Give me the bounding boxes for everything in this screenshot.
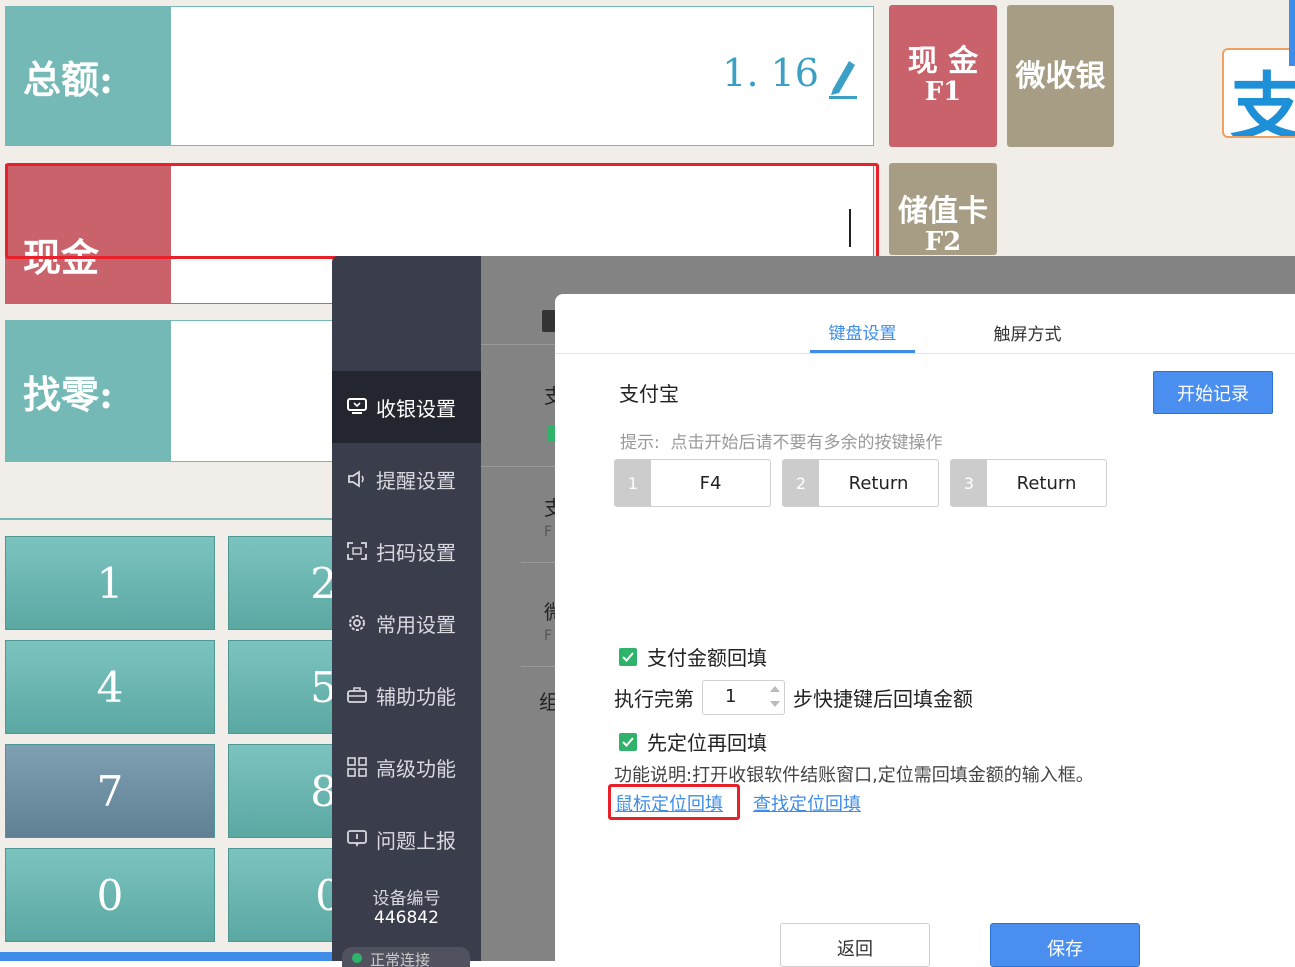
- keypad-key-4[interactable]: 4: [5, 640, 215, 734]
- change-label: 找零:: [5, 320, 171, 462]
- middle-header-badge: [542, 310, 556, 332]
- stepper-up-icon[interactable]: [770, 686, 780, 692]
- stored-value-label: 储值卡: [898, 194, 988, 229]
- middle-divider: [521, 562, 555, 563]
- keypad-key-7[interactable]: 7: [5, 744, 215, 838]
- wechat-pay-label: 微收银: [1015, 58, 1106, 94]
- sidebar-item-label: 高级功能: [376, 756, 456, 781]
- step-2[interactable]: 2 Return: [782, 459, 939, 507]
- step-3[interactable]: 3 Return: [950, 459, 1107, 507]
- device-id: 446842: [374, 908, 439, 928]
- keypad-key-0[interactable]: 0: [5, 848, 215, 942]
- cash-pay-label: 现 金: [907, 44, 979, 80]
- sidebar-item-advanced[interactable]: 高级功能: [332, 731, 481, 803]
- mouse-locate-highlight: [608, 784, 740, 820]
- find-locate-fill-link[interactable]: 查找定位回填: [753, 790, 861, 816]
- toolbox-icon: [346, 684, 368, 706]
- exec-step-value: 1: [725, 686, 737, 707]
- alipay-button[interactable]: 支: [1222, 48, 1295, 138]
- stored-value-button[interactable]: 储值卡 F2: [889, 163, 997, 255]
- step-key: F4: [699, 472, 722, 494]
- cashier-icon: [346, 396, 368, 418]
- speaker-icon: [346, 468, 368, 490]
- fill-amount-checkbox[interactable]: [619, 647, 637, 666]
- scan-icon: [346, 540, 368, 562]
- bottom-bar: [0, 952, 340, 961]
- edit-pencil-icon[interactable]: [827, 55, 859, 99]
- tab-keyboard-settings[interactable]: 键盘设置: [810, 312, 915, 353]
- hint-text: 提示: 点击开始后请不要有多余的按键操作: [620, 433, 943, 453]
- sidebar-item-label: 问题上报: [376, 828, 456, 853]
- keypad-key-1[interactable]: 1: [5, 536, 215, 630]
- exec-prefix: 执行完第: [614, 687, 694, 711]
- settings-sidebar: 收银设置 提醒设置 扫码设置 常用设置 辅助功能 高级功能 问题上报 设备编号 …: [332, 256, 481, 967]
- total-field[interactable]: 1. 16: [170, 6, 874, 146]
- status-dot-icon: [352, 953, 362, 963]
- sidebar-item-reminder-settings[interactable]: 提醒设置: [332, 443, 481, 515]
- sidebar-item-report-issue[interactable]: 问题上报: [332, 803, 481, 875]
- exec-suffix: 步快捷键后回填金额: [793, 687, 973, 711]
- sidebar-item-label: 扫码设置: [376, 540, 456, 565]
- sidebar-item-label: 辅助功能: [376, 684, 456, 709]
- tab-touch-mode[interactable]: 触屏方式: [975, 312, 1080, 353]
- message-icon: [346, 828, 368, 850]
- middle-row-subtext: F: [544, 628, 553, 644]
- sidebar-item-accessibility[interactable]: 辅助功能: [332, 659, 481, 731]
- wechat-pay-button[interactable]: 微收银: [1007, 5, 1114, 147]
- cash-pay-button[interactable]: 现 金 F1: [889, 5, 997, 147]
- sidebar-item-label: 收银设置: [376, 396, 456, 421]
- step-number: 3: [951, 460, 987, 506]
- window-edge: [1289, 0, 1295, 66]
- sidebar-item-label: 常用设置: [376, 612, 456, 637]
- start-record-button[interactable]: 开始记录: [1153, 371, 1273, 414]
- locate-first-checkbox[interactable]: [619, 732, 637, 751]
- connection-status: 正常连接: [342, 947, 470, 967]
- exec-step-stepper[interactable]: 1: [702, 680, 785, 715]
- alipay-logo-icon: 支: [1230, 50, 1295, 136]
- sidebar-item-scan-settings[interactable]: 扫码设置: [332, 515, 481, 587]
- step-number: 2: [783, 460, 819, 506]
- locate-first-label: 先定位再回填: [647, 731, 767, 755]
- step-key: Return: [1016, 472, 1077, 494]
- step-1[interactable]: 1 F4: [614, 459, 771, 507]
- keyboard-settings-dialog: 键盘设置 触屏方式 支付宝 开始记录 提示: 点击开始后请不要有多余的按键操作 …: [555, 294, 1295, 967]
- exec-step-row: 执行完第 1 步快捷键后回填金额: [614, 680, 973, 715]
- total-value: 1. 16: [722, 51, 819, 95]
- dialog-title: 支付宝: [619, 382, 679, 406]
- stored-value-shortcut: F2: [924, 227, 962, 255]
- change-field: [170, 320, 340, 462]
- locate-first-option[interactable]: 先定位再回填: [619, 727, 767, 756]
- middle-divider: [481, 466, 555, 467]
- cash-pay-shortcut: F1: [924, 77, 962, 108]
- sidebar-item-common-settings[interactable]: 常用设置: [332, 587, 481, 659]
- step-key: Return: [848, 472, 909, 494]
- middle-divider: [481, 344, 555, 345]
- fill-amount-option[interactable]: 支付金额回填: [619, 642, 767, 671]
- cash-input-highlight: [5, 163, 879, 259]
- divider-line: [0, 518, 340, 520]
- status-text: 正常连接: [370, 951, 431, 967]
- middle-row-subtext: F: [544, 524, 553, 540]
- device-label: 设备编号: [372, 889, 441, 909]
- stepper-down-icon[interactable]: [770, 701, 780, 707]
- grid-icon: [346, 756, 368, 778]
- fill-amount-label: 支付金额回填: [647, 646, 767, 670]
- back-button[interactable]: 返回: [780, 923, 930, 967]
- middle-divider: [521, 666, 555, 667]
- sidebar-item-label: 提醒设置: [376, 468, 456, 493]
- step-number: 1: [615, 460, 651, 506]
- tab-divider: [555, 353, 1295, 354]
- sidebar-item-cashier-settings[interactable]: 收银设置: [332, 371, 481, 443]
- total-label: 总额:: [5, 6, 171, 146]
- save-button[interactable]: 保存: [990, 923, 1140, 967]
- gear-icon: [346, 612, 368, 634]
